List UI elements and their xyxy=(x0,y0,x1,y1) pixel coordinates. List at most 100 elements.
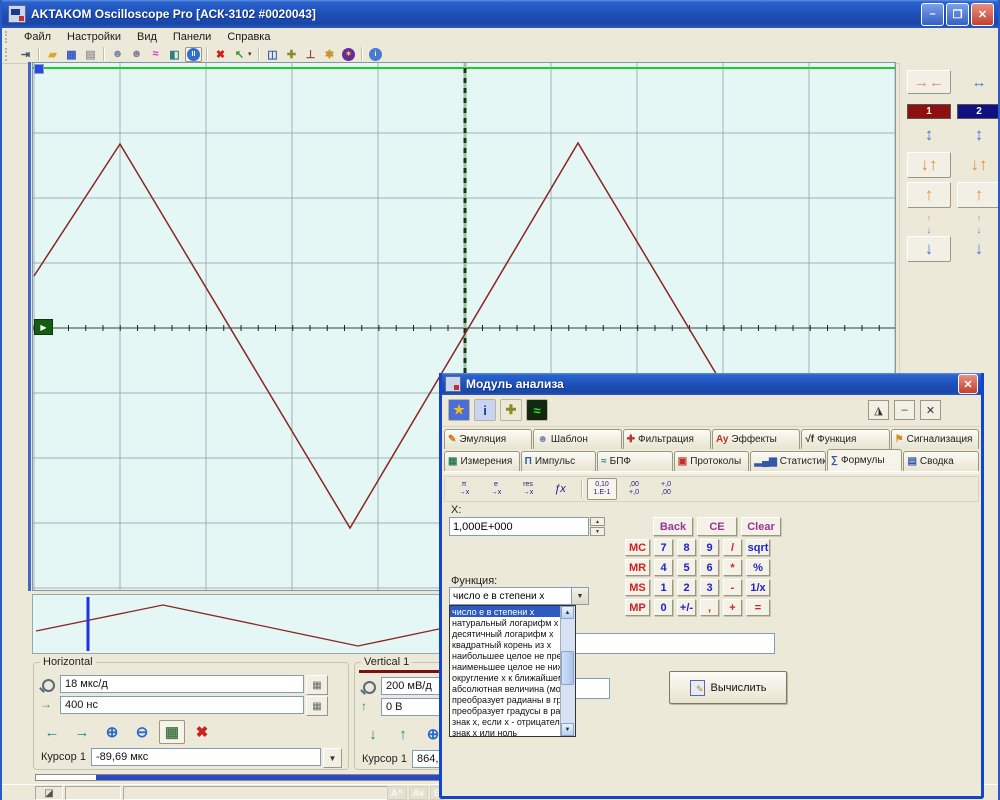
ch1-gain-down-button[interactable]: ↓ xyxy=(907,236,951,262)
function-option[interactable]: знак x, если x - отрицатель xyxy=(450,716,566,727)
scroll-down-icon[interactable]: ▼ xyxy=(561,723,574,736)
function-option[interactable]: округление x к ближайшем xyxy=(450,672,566,683)
calc-key-7[interactable]: 7 xyxy=(654,539,673,556)
scope-module-icon[interactable]: ≈ xyxy=(526,399,548,421)
status-button-av[interactable]: Av xyxy=(409,786,428,800)
scroll-thumb[interactable] xyxy=(561,651,574,685)
tab-формулы[interactable]: ∑Формулы xyxy=(827,449,903,471)
calc-clear-button[interactable]: Clear xyxy=(741,517,781,536)
status-tool-icon[interactable]: ◪ xyxy=(35,786,63,800)
calc-key-8[interactable]: 8 xyxy=(677,539,696,556)
ch2-expand-vertical-button[interactable]: ↕ xyxy=(957,122,1000,148)
print-icon[interactable]: ▤ xyxy=(82,47,99,62)
dec-right-button[interactable]: +,0,00 xyxy=(651,478,681,500)
calc-key-2[interactable]: 2 xyxy=(677,579,696,596)
calc-back-button[interactable]: Back xyxy=(653,517,693,536)
v-move-down-icon[interactable]: ↓ xyxy=(360,722,386,746)
ch2-fine-up-button[interactable]: ↑ xyxy=(957,212,1000,223)
ch1-compress-vertical-button[interactable]: ↓↑ xyxy=(907,152,951,178)
calc-key-*[interactable]: * xyxy=(723,559,742,576)
tab-измерения[interactable]: ▦Измерения xyxy=(444,451,520,471)
function-option[interactable]: знак x или ноль xyxy=(450,727,566,738)
compute-button[interactable]: ✎ Вычислить xyxy=(669,671,787,704)
time-offset-field[interactable]: 400 нс xyxy=(60,696,304,714)
dialog-close-button[interactable]: ✕ xyxy=(958,374,978,394)
calc-key-+[interactable]: + xyxy=(723,599,742,616)
tab-эффекты[interactable]: AyЭффекты xyxy=(712,429,800,449)
calc-key-sqrt[interactable]: sqrt xyxy=(746,539,770,556)
insert-signal-icon[interactable]: ↖ xyxy=(231,47,248,62)
sci-format-button[interactable]: 0,101.E-1 xyxy=(587,478,617,500)
h-clear-cursor-icon[interactable]: ✖ xyxy=(189,720,215,744)
tab-сводка[interactable]: ▤Сводка xyxy=(903,451,979,471)
close-panel-button[interactable]: ✕ xyxy=(920,400,941,420)
gear-search-icon[interactable]: ✱ xyxy=(321,47,338,62)
calc-key-5[interactable]: 5 xyxy=(677,559,696,576)
calc-key-0[interactable]: 0 xyxy=(654,599,673,616)
calc-key-%[interactable]: % xyxy=(746,559,770,576)
menu-grip[interactable] xyxy=(5,31,12,43)
menu-файл[interactable]: Файл xyxy=(16,30,59,44)
display-icon[interactable]: ◧ xyxy=(166,47,183,62)
function-option[interactable]: десятичный логарифм x xyxy=(450,628,566,639)
h-fit-grid-icon[interactable]: ▦ xyxy=(159,720,185,744)
calc-key-1[interactable]: 1 xyxy=(654,579,673,596)
res-to-x-button[interactable]: res→x xyxy=(513,478,543,500)
menu-справка[interactable]: Справка xyxy=(219,30,278,44)
calc-key-6[interactable]: 6 xyxy=(700,559,719,576)
info-panel-icon[interactable]: ◫ xyxy=(264,47,281,62)
channel-2-header[interactable]: 2 xyxy=(957,104,1000,119)
ch2-gain-up-button[interactable]: ↑ xyxy=(957,182,1000,208)
measure-tool-icon[interactable]: ✚ xyxy=(283,47,300,62)
tab-шаблон[interactable]: ☻Шаблон xyxy=(533,429,621,449)
pi-to-x-button[interactable]: π→x xyxy=(449,478,479,500)
info-module-icon[interactable]: i xyxy=(474,399,496,421)
h-zoom-out-icon[interactable]: ⊖ xyxy=(129,720,155,744)
menu-настройки[interactable]: Настройки xyxy=(59,30,129,44)
calc-key-1/x[interactable]: 1/x xyxy=(746,579,770,596)
record-settings-icon[interactable]: ☻ xyxy=(109,47,126,62)
tab-функция[interactable]: √fФункция xyxy=(801,429,889,449)
function-option[interactable]: преобразует радианы в гр xyxy=(450,694,566,705)
combo-dropdown-icon[interactable]: ▼ xyxy=(571,588,588,604)
ch1-fine-down-button[interactable]: ↓ xyxy=(907,224,951,235)
calc-key--[interactable]: - xyxy=(723,579,742,596)
menu-панели[interactable]: Панели xyxy=(165,30,219,44)
insert-signal-icon-dropdown[interactable]: ▾ xyxy=(248,50,255,58)
calc-mp-button[interactable]: MP xyxy=(625,599,650,616)
x-value-input[interactable]: 1,000E+000 xyxy=(449,517,589,536)
ch2-fine-down-button[interactable]: ↓ xyxy=(957,224,1000,235)
function-option[interactable]: натуральный логарифм x xyxy=(450,617,566,628)
calc-key-,[interactable]: , xyxy=(700,599,719,616)
calc-key-3[interactable]: 3 xyxy=(700,579,719,596)
time-offset-knob-button[interactable]: ▦ xyxy=(306,696,328,716)
h-cursor-value-field[interactable]: -89,69 мкс xyxy=(91,748,321,766)
tab-бпф[interactable]: ≈БПФ xyxy=(597,451,673,471)
function-option[interactable]: наибольшее целое не прев xyxy=(450,650,566,661)
ch1-expand-vertical-button[interactable]: ↕ xyxy=(907,122,951,148)
progress-thumb[interactable] xyxy=(36,775,96,780)
tab-статистика[interactable]: ▂▄▆Статистика xyxy=(750,451,826,471)
function-combobox[interactable]: число е в степени x ▼ xyxy=(449,587,589,605)
function-option[interactable]: квадратный корень из x xyxy=(450,639,566,650)
tab-протоколы[interactable]: ▣Протоколы xyxy=(674,451,750,471)
dec-left-button[interactable]: ,00+,0 xyxy=(619,478,649,500)
scroll-up-icon[interactable]: ▲ xyxy=(561,606,574,619)
h-cursor-dropdown-button[interactable]: ▼ xyxy=(323,748,342,768)
tab-эмуляция[interactable]: ✎Эмуляция xyxy=(444,429,532,449)
function-option[interactable]: абсолютная величина (мод xyxy=(450,683,566,694)
function-option[interactable]: число е в степени x xyxy=(450,606,566,617)
calc-mc-button[interactable]: MC xyxy=(625,539,650,556)
delete-signal-icon[interactable]: ✖ xyxy=(212,47,229,62)
calc-key-4[interactable]: 4 xyxy=(654,559,673,576)
maximize-button[interactable]: ❐ xyxy=(946,3,969,26)
function-option[interactable]: наименьшее целое не ниж xyxy=(450,661,566,672)
ch2-compress-vertical-button[interactable]: ↓↑ xyxy=(957,152,1000,178)
wand-icon[interactable]: ✶ xyxy=(340,47,357,62)
function-option[interactable]: преобразует градусы в рад xyxy=(450,705,566,716)
help-icon[interactable]: i xyxy=(367,47,384,62)
tab-импульс[interactable]: ΠИмпульс xyxy=(521,451,597,471)
probe-icon[interactable]: ⊥ xyxy=(302,47,319,62)
time-scale-knob-button[interactable]: ▦ xyxy=(306,675,328,695)
channel-1-header[interactable]: 1 xyxy=(907,104,951,119)
